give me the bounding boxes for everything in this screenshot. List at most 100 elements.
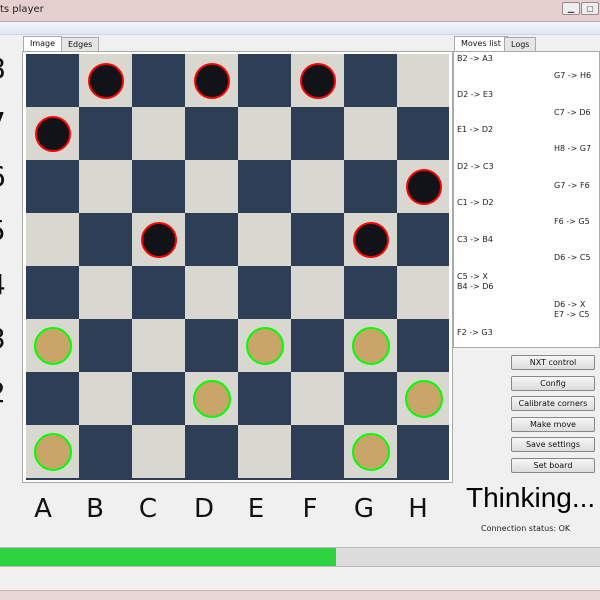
square-F4 <box>291 266 344 319</box>
square-C6 <box>132 160 185 213</box>
square-B5 <box>79 213 132 266</box>
black-piece-B8 <box>87 62 124 99</box>
rank-label: 2 <box>0 376 6 409</box>
square-H4 <box>397 266 449 319</box>
square-A4 <box>26 266 79 319</box>
square-B3 <box>79 319 132 372</box>
window-title: ts player <box>0 4 44 15</box>
square-B6 <box>79 160 132 213</box>
square-C2 <box>132 372 185 425</box>
square-D3 <box>185 319 238 372</box>
file-label: H <box>408 494 428 524</box>
board-camera-image <box>26 54 449 480</box>
square-F7 <box>291 107 344 160</box>
square-C3 <box>132 319 185 372</box>
square-B2 <box>79 372 132 425</box>
maximize-button[interactable]: ▢ <box>581 2 599 15</box>
set-board-button[interactable]: Set board <box>511 457 595 473</box>
square-E8 <box>238 54 291 107</box>
square-D6 <box>185 160 238 213</box>
file-label: A <box>34 494 52 524</box>
move-black: F6 -> G5 <box>554 217 590 226</box>
square-C8 <box>132 54 185 107</box>
moves-list[interactable]: B2 -> A3 D2 -> E3 E1 -> D2 D2 -> C3 C1 -> D2… <box>453 51 600 348</box>
calibrate-corners-button[interactable]: Calibrate corners <box>511 396 595 411</box>
black-piece-A7 <box>34 115 71 152</box>
tab-image[interactable]: Image <box>23 36 63 52</box>
rank-label: 5 <box>0 214 6 247</box>
white-piece-A1 <box>33 432 72 471</box>
square-H8 <box>397 54 449 107</box>
square-H7 <box>397 107 449 160</box>
file-label: B <box>86 494 104 524</box>
square-D5 <box>185 213 238 266</box>
square-F3 <box>291 319 344 372</box>
move-white: B4 -> D6 <box>457 282 494 291</box>
nxt-control-button[interactable]: NXT control <box>511 355 595 370</box>
square-A5 <box>26 213 79 266</box>
square-E5 <box>238 213 291 266</box>
square-F1 <box>291 425 344 478</box>
square-G7 <box>344 107 397 160</box>
square-D7 <box>185 107 238 160</box>
square-E1 <box>238 425 291 478</box>
tab-moves-list[interactable]: Moves list <box>454 36 508 52</box>
black-piece-G5 <box>352 221 389 258</box>
move-black: G7 -> H6 <box>554 71 592 80</box>
square-B1 <box>79 425 132 478</box>
move-white: C3 -> B4 <box>457 235 493 244</box>
white-piece-A3 <box>33 326 72 365</box>
rank-label: 7 <box>0 106 6 139</box>
config-button[interactable]: Config <box>511 375 595 391</box>
move-black: D6 -> X <box>554 300 586 309</box>
file-label: E <box>247 494 265 524</box>
square-F6 <box>291 160 344 213</box>
rank-label: 8 <box>0 52 6 85</box>
square-C1 <box>132 425 185 478</box>
save-settings-button[interactable]: Save settings <box>511 437 595 452</box>
black-piece-H6 <box>405 168 442 205</box>
square-C4 <box>132 266 185 319</box>
square-G6 <box>344 160 397 213</box>
square-E2 <box>238 372 291 425</box>
rank-label: 6 <box>0 160 6 193</box>
file-label: F <box>302 494 318 524</box>
minimize-button[interactable]: ▁ <box>562 2 580 15</box>
square-G4 <box>344 266 397 319</box>
square-H5 <box>397 213 449 266</box>
black-piece-C5 <box>140 221 177 258</box>
square-H3 <box>397 319 449 372</box>
move-black: D6 -> C5 <box>554 253 591 262</box>
square-A6 <box>26 160 79 213</box>
white-piece-G3 <box>351 326 390 365</box>
white-piece-G1 <box>351 432 390 471</box>
move-black: C7 -> D6 <box>554 108 591 117</box>
tab-logs[interactable]: Logs <box>504 37 537 52</box>
square-F5 <box>291 213 344 266</box>
rank-label: 4 <box>0 268 6 301</box>
file-label: D <box>193 494 215 524</box>
square-C7 <box>132 107 185 160</box>
square-G8 <box>344 54 397 107</box>
square-E4 <box>238 266 291 319</box>
white-piece-D2 <box>192 379 231 418</box>
move-white: E1 -> D2 <box>457 125 494 134</box>
move-black: G7 -> F6 <box>554 181 590 190</box>
move-white: D2 -> E3 <box>457 90 494 99</box>
move-black: E7 -> C5 <box>554 310 590 319</box>
tab-edges[interactable]: Edges <box>61 37 100 52</box>
move-white: C5 -> X <box>457 272 488 281</box>
move-white: C1 -> D2 <box>457 198 494 207</box>
file-label: G <box>353 494 375 524</box>
black-piece-F8 <box>299 62 336 99</box>
white-piece-H2 <box>404 379 443 418</box>
move-white: D2 -> C3 <box>457 162 494 171</box>
square-H1 <box>397 425 449 478</box>
toolbar-strip <box>0 22 600 35</box>
square-E7 <box>238 107 291 160</box>
make-move-button[interactable]: Make move <box>511 416 595 432</box>
square-B7 <box>79 107 132 160</box>
status-bar <box>0 590 600 600</box>
square-G2 <box>344 372 397 425</box>
square-D1 <box>185 425 238 478</box>
